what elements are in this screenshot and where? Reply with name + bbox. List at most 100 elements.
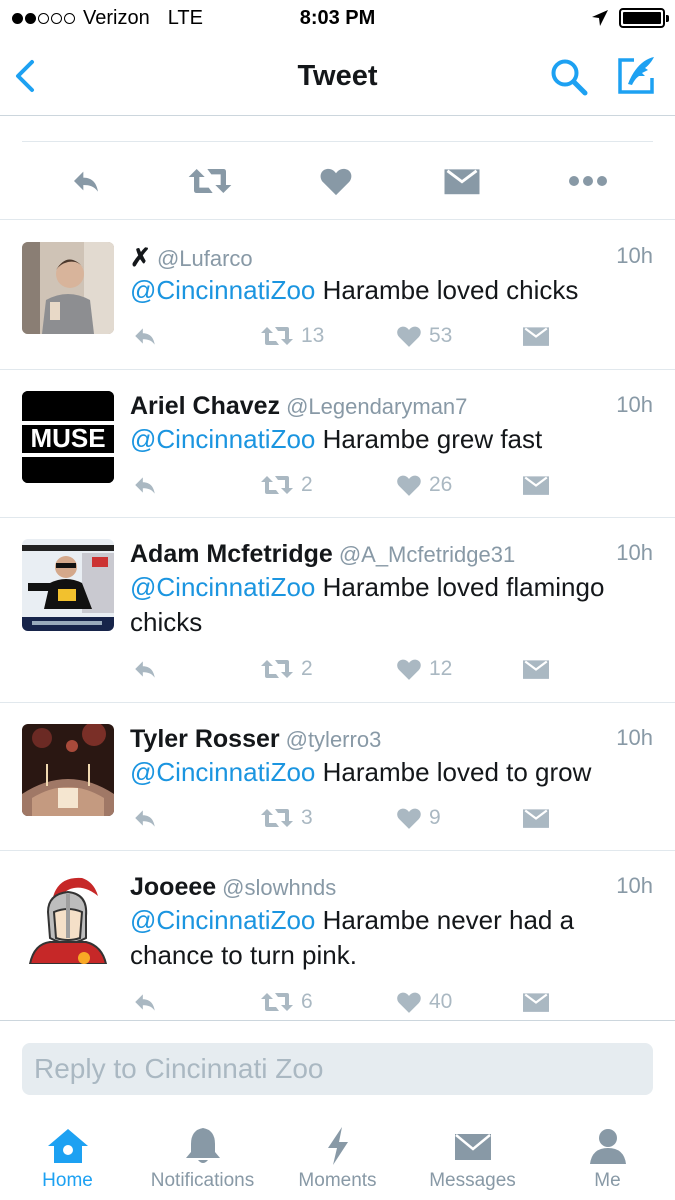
reply-button[interactable] xyxy=(130,470,160,500)
envelope-icon xyxy=(454,1134,491,1160)
retweet-button[interactable]: 2 xyxy=(260,470,313,500)
heart-icon xyxy=(319,165,353,197)
user-handle[interactable]: @A_Mcfetridge31 xyxy=(339,542,515,567)
reply-icon xyxy=(130,805,160,831)
like-button[interactable]: 40 xyxy=(396,987,452,1017)
tab-label: Messages xyxy=(429,1170,516,1191)
reply-icon xyxy=(130,472,160,498)
user-name[interactable]: ✗ xyxy=(130,244,151,272)
heart-icon xyxy=(396,657,422,681)
envelope-icon xyxy=(522,324,550,348)
like-count: 53 xyxy=(429,324,453,347)
like-count: 40 xyxy=(429,990,453,1013)
direct-message-button[interactable] xyxy=(522,654,550,684)
envelope-icon xyxy=(522,473,550,497)
reply-action-bar: 2 12 xyxy=(130,654,570,684)
user-handle[interactable]: @slowhnds xyxy=(222,875,336,900)
status-bar: Verizon LTE 8:03 PM xyxy=(0,0,675,38)
retweet-count: 3 xyxy=(301,806,313,829)
mention-link[interactable]: @CincinnatiZoo xyxy=(130,424,315,454)
retweet-button[interactable] xyxy=(186,162,234,200)
timestamp: 10h xyxy=(616,243,653,268)
avatar[interactable] xyxy=(22,539,114,631)
reply-button[interactable] xyxy=(130,654,160,684)
reply-tweet[interactable]: Tyler Rosser @tylerro3 10h @CincinnatiZoo… xyxy=(0,703,675,851)
envelope-icon xyxy=(522,990,550,1014)
reply-button[interactable] xyxy=(130,321,160,351)
reply-tweet[interactable]: Adam Mcfetridge @A_Mcfetridge31 10h @Cinc… xyxy=(0,518,675,703)
battery-icon xyxy=(619,8,669,28)
reply-input[interactable]: Reply to Cincinnati Zoo xyxy=(22,1043,653,1095)
avatar[interactable]: MUSE xyxy=(22,391,114,483)
reply-button[interactable] xyxy=(130,803,160,833)
more-options-button[interactable] xyxy=(566,162,610,200)
bell-icon xyxy=(185,1128,220,1163)
compose-tweet-icon[interactable] xyxy=(614,54,658,98)
retweet-button[interactable]: 13 xyxy=(260,321,324,351)
retweet-button[interactable]: 3 xyxy=(260,803,313,833)
reply-tweet[interactable]: ✗ @Lufarco 10h @CincinnatiZoo Harambe lov… xyxy=(0,221,675,370)
like-button[interactable]: 9 xyxy=(396,803,441,833)
timestamp: 10h xyxy=(616,540,653,565)
reply-tweet[interactable]: MUSE Ariel Chavez @Legendaryman7 10h @Cin… xyxy=(0,370,675,518)
user-name[interactable]: Ariel Chavez xyxy=(130,392,280,420)
mention-link[interactable]: @CincinnatiZoo xyxy=(130,572,315,602)
search-icon[interactable] xyxy=(548,56,590,98)
like-button[interactable]: 26 xyxy=(396,470,452,500)
tab-me[interactable]: Me xyxy=(540,1112,675,1200)
user-handle[interactable]: @tylerro3 xyxy=(286,727,382,752)
heart-icon xyxy=(396,990,422,1014)
direct-message-button[interactable] xyxy=(522,803,550,833)
direct-message-button[interactable] xyxy=(442,162,482,200)
tab-label: Notifications xyxy=(150,1170,255,1191)
mention-link[interactable]: @CincinnatiZoo xyxy=(130,757,315,787)
avatar[interactable] xyxy=(22,724,114,816)
direct-message-button[interactable] xyxy=(522,470,550,500)
retweet-icon xyxy=(260,473,294,497)
direct-message-button[interactable] xyxy=(522,987,550,1017)
tweet-text: @CincinnatiZoo Harambe grew fast xyxy=(130,424,543,454)
envelope-icon xyxy=(522,657,550,681)
user-handle[interactable]: @Legendaryman7 xyxy=(286,394,467,419)
tab-label: Moments xyxy=(298,1170,377,1191)
direct-message-button[interactable] xyxy=(522,321,550,351)
user-name[interactable]: Jooeee xyxy=(130,873,216,901)
tweet-action-bar xyxy=(0,142,675,220)
user-handle[interactable]: @Lufarco xyxy=(157,246,253,271)
retweet-button[interactable]: 6 xyxy=(260,987,313,1017)
reply-button[interactable] xyxy=(130,987,160,1017)
heart-icon xyxy=(396,324,422,348)
mention-link[interactable]: @CincinnatiZoo xyxy=(130,905,315,935)
like-button[interactable] xyxy=(316,162,356,200)
tab-notifications[interactable]: Notifications xyxy=(135,1112,270,1200)
retweet-button[interactable]: 2 xyxy=(260,654,313,684)
reply-button[interactable] xyxy=(66,162,106,200)
like-count: 26 xyxy=(429,473,453,496)
reply-action-bar: 13 53 xyxy=(130,321,570,351)
heart-icon xyxy=(396,473,422,497)
tab-home[interactable]: Home xyxy=(0,1112,135,1200)
reply-icon xyxy=(130,323,160,349)
home-icon xyxy=(47,1129,88,1163)
avatar[interactable] xyxy=(22,872,114,964)
reply-tweet[interactable]: Jooeee @slowhnds 10h @CincinnatiZoo Haram… xyxy=(0,851,675,1020)
reply-icon xyxy=(130,989,160,1015)
tab-label: Me xyxy=(594,1170,621,1191)
tweet-text: @CincinnatiZoo Harambe loved to grow xyxy=(130,757,592,787)
like-button[interactable]: 53 xyxy=(396,321,452,351)
retweet-icon xyxy=(260,990,294,1014)
timestamp: 10h xyxy=(616,725,653,750)
like-button[interactable]: 12 xyxy=(396,654,452,684)
user-name[interactable]: Adam Mcfetridge xyxy=(130,540,333,568)
tab-messages[interactable]: Messages xyxy=(405,1112,540,1200)
retweet-icon xyxy=(260,806,294,830)
reply-action-bar: 2 26 xyxy=(130,470,570,500)
tab-moments[interactable]: Moments xyxy=(270,1112,405,1200)
user-name[interactable]: Tyler Rosser xyxy=(130,725,280,753)
retweet-icon xyxy=(260,657,294,681)
avatar[interactable] xyxy=(22,242,114,334)
retweet-icon xyxy=(187,165,233,197)
tab-label: Home xyxy=(42,1170,93,1191)
mention-link[interactable]: @CincinnatiZoo xyxy=(130,275,315,305)
reply-action-bar: 6 40 xyxy=(130,987,570,1017)
